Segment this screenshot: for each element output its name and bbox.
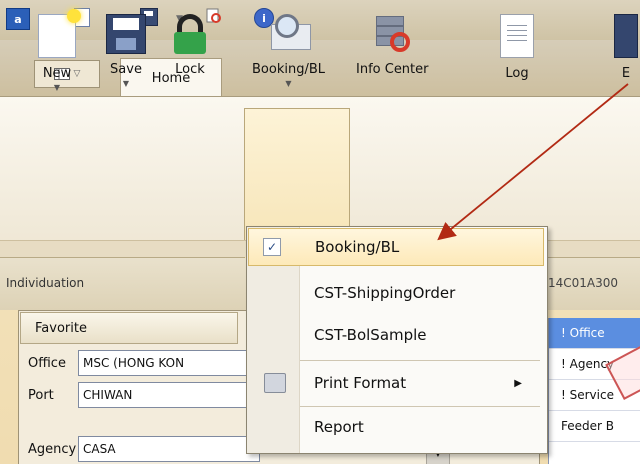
chevron-down-icon: ▼ — [122, 79, 130, 88]
booking-bl-button[interactable]: Booking/BL ▼ — [252, 10, 325, 120]
booking-print-icon — [267, 14, 311, 54]
port-row: Port CHIWAN — [20, 380, 260, 410]
agency-row: Agency CASA — [20, 434, 260, 464]
app-icon[interactable]: a — [6, 8, 30, 30]
menu-item-cst-bolsample[interactable]: CST-BolSample — [248, 316, 544, 354]
info-center-button-label: Info Center — [356, 62, 429, 77]
list-item[interactable]: ! Office — [549, 318, 640, 349]
edge-button-label: E — [621, 66, 631, 81]
lock-button-label: Lock — [175, 62, 205, 77]
check-icon: ✓ — [263, 238, 281, 256]
menu-item-label: CST-BolSample — [314, 326, 427, 344]
port-field[interactable]: CHIWAN — [78, 382, 260, 408]
menu-separator — [300, 406, 540, 407]
agency-field[interactable]: CASA — [78, 436, 260, 462]
favorite-title: Favorite — [35, 320, 87, 336]
chevron-down-icon: ▼ — [53, 83, 61, 92]
menu-item-print-format[interactable]: Print Format ▶ — [248, 364, 544, 402]
save-icon — [106, 14, 146, 54]
menu-item-booking-bl[interactable]: ✓ Booking/BL — [248, 228, 544, 266]
favorite-header[interactable]: Favorite — [20, 312, 238, 344]
new-document-icon — [38, 9, 81, 58]
menu-item-label: Print Format — [314, 374, 407, 392]
office-row: Office MSC (HONG KON — [20, 348, 260, 378]
individuation-title: Individuation — [6, 276, 85, 290]
menu-item-cst-shippingorder[interactable]: CST-ShippingOrder — [248, 274, 544, 312]
log-icon — [500, 14, 534, 58]
save-button-label: Save — [110, 62, 142, 77]
info-center-icon — [370, 14, 414, 54]
print-preview-icon[interactable] — [206, 8, 222, 24]
menu-item-report[interactable]: Report — [248, 408, 544, 446]
menu-item-label: CST-ShippingOrder — [314, 284, 456, 302]
lock-button[interactable]: Lock — [172, 10, 208, 120]
new-button-label: New — [42, 66, 72, 81]
application-window: a ▼ ▼ i ▽ Home New ▼ Save ▼ Lock Booking… — [0, 0, 640, 464]
lock-icon — [172, 14, 208, 54]
new-button[interactable]: New ▼ — [38, 9, 81, 120]
chevron-down-icon: ▼ — [285, 79, 292, 88]
log-button-label: Log — [505, 66, 529, 81]
save-button[interactable]: Save ▼ — [106, 10, 146, 120]
edge-button[interactable]: E — [614, 10, 638, 120]
log-button[interactable]: Log — [500, 10, 534, 120]
info-center-button[interactable]: Info Center — [356, 10, 429, 120]
print-icon — [264, 373, 286, 393]
menu-separator — [300, 360, 540, 361]
document-icon — [614, 14, 638, 58]
office-field[interactable]: MSC (HONG KON — [78, 350, 260, 376]
agency-label: Agency — [28, 441, 77, 457]
port-label: Port — [28, 387, 54, 403]
office-label: Office — [28, 355, 66, 371]
menu-item-label: Report — [314, 418, 364, 436]
booking-bl-button-label: Booking/BL — [252, 62, 325, 77]
menu-item-label: Booking/BL — [315, 238, 400, 256]
individuation-code: 14C01A300 — [548, 276, 619, 290]
submenu-arrow-icon: ▶ — [514, 377, 522, 389]
list-item[interactable]: Feeder B — [549, 411, 640, 442]
